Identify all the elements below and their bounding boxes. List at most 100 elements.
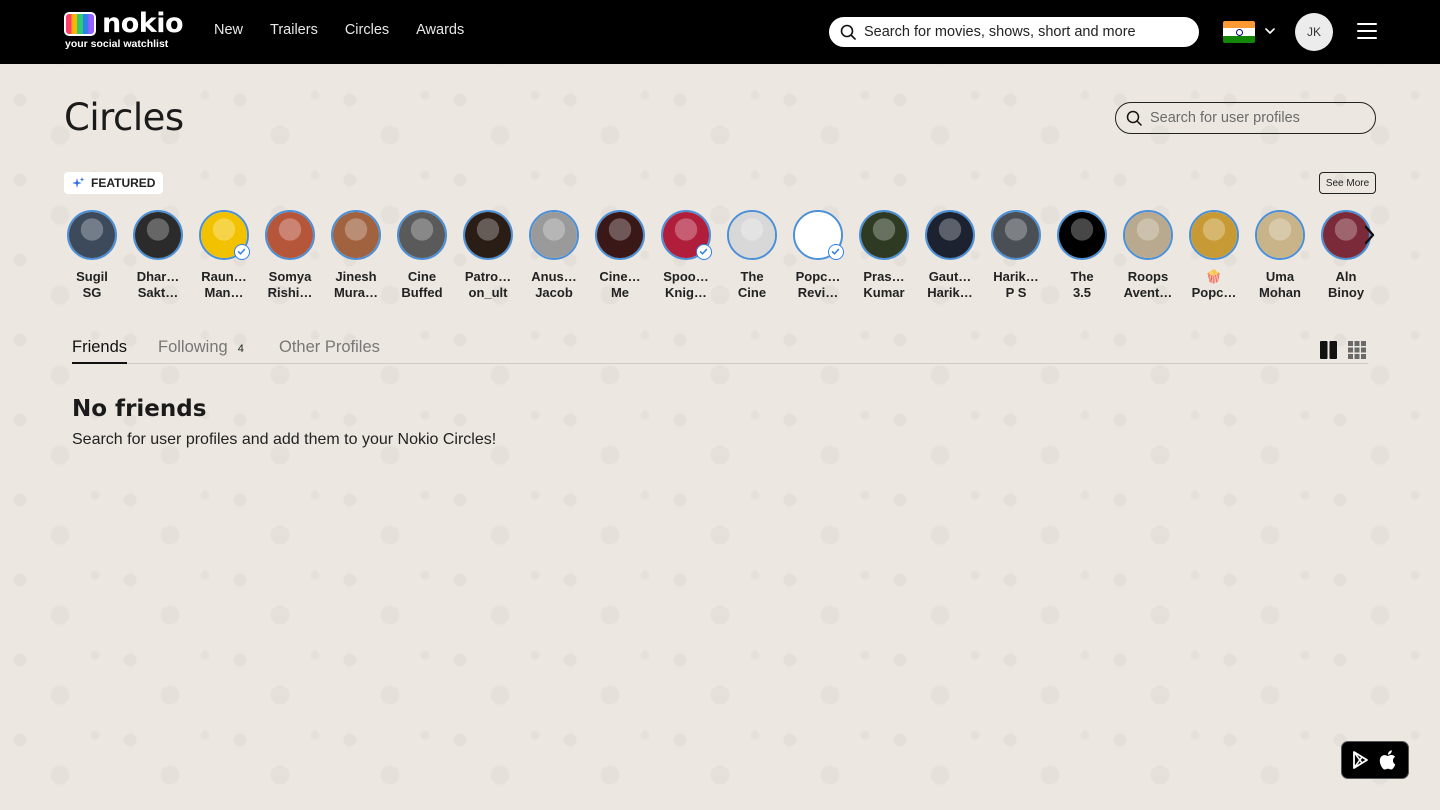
profile-name-line2: on_ult bbox=[468, 285, 508, 300]
profile-photo bbox=[1125, 212, 1171, 258]
profile-photo bbox=[993, 212, 1039, 258]
profile-name-line2: Cine bbox=[737, 285, 767, 300]
sparkle-icon bbox=[72, 176, 85, 188]
see-more-button[interactable]: See More bbox=[1319, 172, 1376, 194]
profile-name-line1: 🍿 bbox=[1205, 269, 1223, 284]
app-store-badge[interactable] bbox=[1341, 741, 1409, 779]
featured-label: FEATURED bbox=[91, 176, 156, 190]
profile-name-line2: Knig… bbox=[665, 285, 707, 300]
profile-avatar bbox=[1057, 210, 1107, 260]
logo-wordmark: nokio bbox=[102, 8, 184, 39]
profile-search-input[interactable] bbox=[1150, 110, 1375, 126]
top-navigation-bar: nokio your social watchlist New Trailers… bbox=[0, 0, 1440, 64]
profile-name-line2: Me bbox=[610, 285, 630, 300]
india-flag-icon[interactable] bbox=[1223, 21, 1255, 43]
profile-avatar bbox=[331, 210, 381, 260]
profile-name-line2: Buffed bbox=[401, 285, 443, 300]
nav-link-circles[interactable]: Circles bbox=[345, 22, 389, 38]
profile-avatar bbox=[463, 210, 513, 260]
featured-profile[interactable]: Cine… Me bbox=[592, 210, 648, 301]
profile-name-line1: Sugil bbox=[76, 269, 108, 284]
profile-avatar bbox=[1123, 210, 1173, 260]
featured-profile[interactable]: Raun… Man… bbox=[196, 210, 252, 301]
profile-name-line2: Jacob bbox=[535, 285, 573, 300]
profile-name-line1: Dhar… bbox=[136, 269, 180, 284]
profile-avatar bbox=[727, 210, 777, 260]
two-column-view-icon[interactable] bbox=[1320, 341, 1337, 359]
profile-photo bbox=[333, 212, 379, 258]
profile-avatar bbox=[397, 210, 447, 260]
nokio-logo[interactable]: nokio your social watchlist bbox=[64, 8, 184, 52]
profile-name-line2: 3.5 bbox=[1072, 285, 1092, 300]
tab-following[interactable]: Following 4 bbox=[158, 338, 244, 364]
featured-badge: FEATURED bbox=[64, 172, 164, 194]
profile-search-box[interactable] bbox=[1115, 102, 1376, 134]
chevron-right-icon[interactable] bbox=[1353, 218, 1387, 252]
featured-profiles-carousel: Sugil SG Dhar… Sakt… Raun… Man… Somya Rishi… Jin… bbox=[64, 210, 1384, 305]
user-avatar[interactable]: JK bbox=[1295, 13, 1333, 51]
profile-photo bbox=[927, 212, 973, 258]
hamburger-menu-icon[interactable] bbox=[1357, 23, 1377, 41]
featured-profile[interactable]: Dhar… Sakt… bbox=[130, 210, 186, 301]
featured-profile[interactable]: Gaut… Harik… bbox=[922, 210, 978, 301]
featured-profile[interactable]: Anus… Jacob bbox=[526, 210, 582, 301]
profile-avatar bbox=[529, 210, 579, 260]
profile-name-line1: Harik… bbox=[993, 269, 1039, 284]
profile-photo bbox=[729, 212, 775, 258]
profile-name-line1: The bbox=[1070, 269, 1094, 284]
featured-profile[interactable]: Roops Avent… bbox=[1120, 210, 1176, 301]
tab-other-profiles-label: Other Profiles bbox=[279, 338, 380, 356]
nav-links: New Trailers Circles Awards bbox=[214, 22, 491, 38]
profile-name-line1: Cine… bbox=[599, 269, 641, 284]
chevron-down-icon[interactable] bbox=[1263, 24, 1277, 38]
grid-view-icon[interactable] bbox=[1348, 341, 1366, 359]
profile-name-line2: Binoy bbox=[1327, 285, 1365, 300]
profile-name-line2: Revi… bbox=[797, 285, 839, 300]
nav-link-new[interactable]: New bbox=[214, 22, 243, 38]
verified-icon bbox=[234, 244, 250, 260]
profile-photo bbox=[1257, 212, 1303, 258]
profile-photo bbox=[69, 212, 115, 258]
global-search-input[interactable] bbox=[864, 24, 1198, 40]
profile-name-line2: SG bbox=[82, 285, 102, 300]
profile-avatar bbox=[133, 210, 183, 260]
profile-name-line1: Roops bbox=[1127, 269, 1169, 284]
tab-friends[interactable]: Friends bbox=[72, 338, 128, 364]
featured-profile[interactable]: Harik… P S bbox=[988, 210, 1044, 301]
profile-photo bbox=[267, 212, 313, 258]
tab-friends-label: Friends bbox=[72, 338, 128, 356]
featured-profile[interactable]: Pras… Kumar bbox=[856, 210, 912, 301]
nav-link-trailers[interactable]: Trailers bbox=[270, 22, 318, 38]
featured-profile[interactable]: Sugil SG bbox=[64, 210, 120, 301]
tab-other-profiles[interactable]: Other Profiles bbox=[279, 338, 380, 364]
google-play-icon[interactable] bbox=[1351, 750, 1371, 770]
featured-profile[interactable]: The 3.5 bbox=[1054, 210, 1110, 301]
profile-name-line2: Popc… bbox=[1191, 285, 1237, 300]
featured-profile[interactable]: Patro… on_ult bbox=[460, 210, 516, 301]
featured-profile[interactable]: Somya Rishi… bbox=[262, 210, 318, 301]
featured-profile[interactable]: The Cine bbox=[724, 210, 780, 301]
profile-name-line2: Mura… bbox=[333, 285, 379, 300]
featured-profile[interactable]: Cine Buffed bbox=[394, 210, 450, 301]
featured-profile[interactable]: Jinesh Mura… bbox=[328, 210, 384, 301]
featured-profile[interactable]: Popc… Revi… bbox=[790, 210, 846, 301]
featured-profile[interactable]: 🍿 Popc… bbox=[1186, 210, 1242, 301]
profile-name-line1: Pras… bbox=[863, 269, 905, 284]
featured-profile[interactable]: Spoo… Knig… bbox=[658, 210, 714, 301]
profile-name-line2: Rishi… bbox=[267, 285, 313, 300]
profile-name-line1: Jinesh bbox=[335, 269, 377, 284]
profile-name-line2: Kumar bbox=[863, 285, 905, 300]
verified-icon bbox=[828, 244, 844, 260]
profile-name-line1: Raun… bbox=[201, 269, 247, 284]
profile-avatar bbox=[1255, 210, 1305, 260]
profile-avatar bbox=[595, 210, 645, 260]
logo-tagline: your social watchlist bbox=[65, 38, 169, 50]
global-search-box[interactable] bbox=[829, 17, 1199, 47]
apple-icon[interactable] bbox=[1379, 749, 1399, 771]
profile-name-line1: Anus… bbox=[531, 269, 577, 284]
nav-link-awards[interactable]: Awards bbox=[416, 22, 464, 38]
search-icon bbox=[840, 24, 856, 40]
featured-profile[interactable]: Uma Mohan bbox=[1252, 210, 1308, 301]
empty-state-description: Search for user profiles and add them to… bbox=[72, 431, 497, 448]
logo-tv-icon bbox=[64, 12, 96, 36]
